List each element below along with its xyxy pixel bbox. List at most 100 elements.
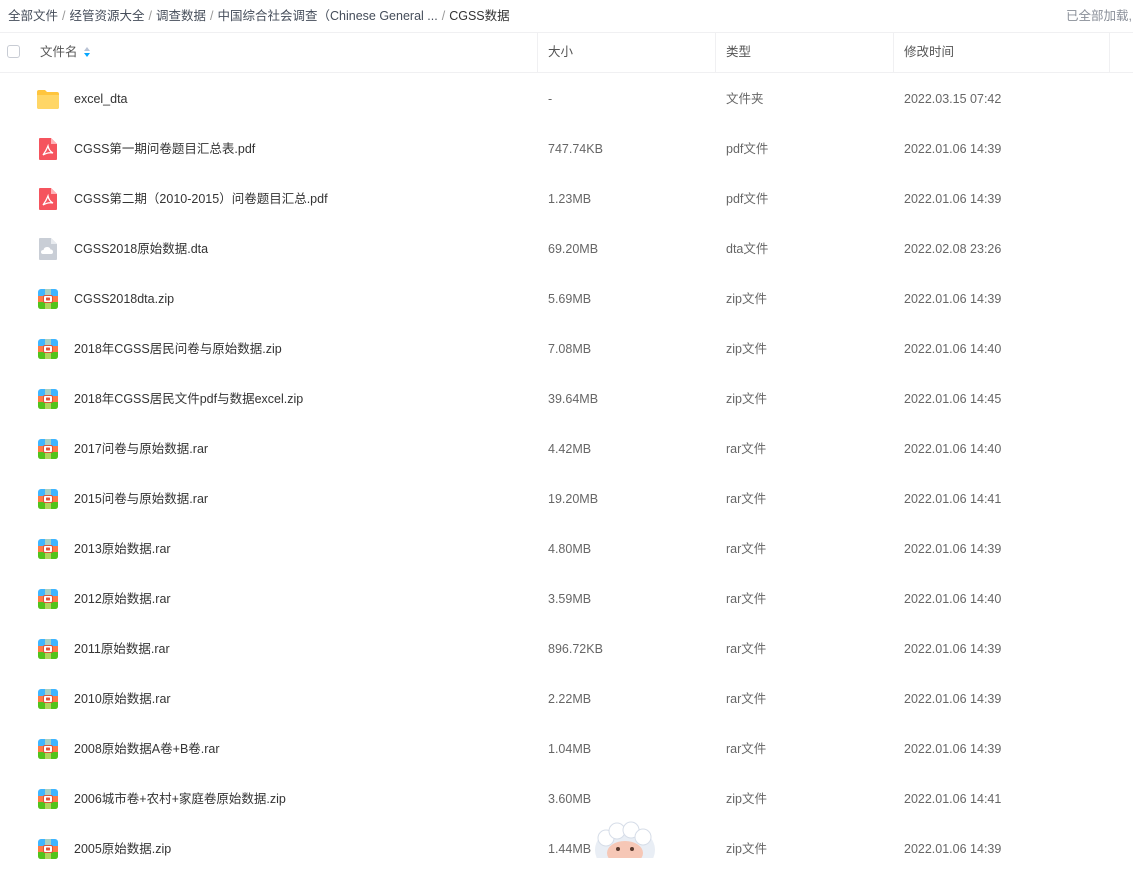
file-modified: 2022.01.06 14:40 bbox=[904, 592, 1002, 606]
archive-icon bbox=[36, 287, 60, 311]
file-row[interactable]: 2018年CGSS居民问卷与原始数据.zip 7.08MB zip文件 2022.01… bbox=[0, 324, 1133, 374]
column-divider[interactable] bbox=[893, 33, 894, 72]
file-modified: 2022.01.06 14:39 bbox=[904, 742, 1002, 756]
file-size: 3.60MB bbox=[548, 792, 592, 806]
file-type: rar文件 bbox=[726, 442, 767, 456]
file-name[interactable]: 2018年CGSS居民文件pdf与数据excel.zip bbox=[74, 374, 303, 424]
archive-icon bbox=[36, 637, 60, 661]
pdf-icon bbox=[36, 187, 60, 211]
breadcrumb-bar: 全部文件 / 经管资源大全 / 调查数据 / 中国综合社会调查（Chinese Genera… bbox=[0, 0, 1133, 32]
file-size: 2.22MB bbox=[548, 692, 592, 706]
file-modified: 2022.01.06 14:39 bbox=[904, 192, 1002, 206]
archive-icon bbox=[36, 337, 60, 361]
file-name[interactable]: 2011原始数据.rar bbox=[74, 624, 170, 674]
file-row[interactable]: 2012原始数据.rar 3.59MB rar文件 2022.01.06 14:40 bbox=[0, 574, 1133, 624]
file-type: rar文件 bbox=[726, 642, 767, 656]
file-type: rar文件 bbox=[726, 542, 767, 556]
file-row[interactable]: CGSS第二期（2010-2015）问卷题目汇总.pdf 1.23MB pdf文件 2… bbox=[0, 174, 1133, 224]
file-size: 1.23MB bbox=[548, 192, 592, 206]
file-size: 1.04MB bbox=[548, 742, 592, 756]
file-name[interactable]: CGSS2018dta.zip bbox=[74, 274, 174, 324]
breadcrumb-item-cgss-survey[interactable]: 中国综合社会调查（Chinese General ... bbox=[218, 9, 438, 23]
file-name[interactable]: 2017问卷与原始数据.rar bbox=[74, 424, 208, 474]
file-modified: 2022.01.06 14:41 bbox=[904, 792, 1002, 806]
file-size: 39.64MB bbox=[548, 392, 599, 406]
file-row[interactable]: 2010原始数据.rar 2.22MB rar文件 2022.01.06 14:39 bbox=[0, 674, 1133, 724]
file-row[interactable]: 2011原始数据.rar 896.72KB rar文件 2022.01.06 14:3… bbox=[0, 624, 1133, 674]
breadcrumb-item-resources[interactable]: 经管资源大全 bbox=[70, 9, 145, 23]
file-name[interactable]: 2015问卷与原始数据.rar bbox=[74, 474, 208, 524]
file-type: zip文件 bbox=[726, 292, 767, 306]
file-modified: 2022.01.06 14:40 bbox=[904, 442, 1002, 456]
breadcrumb: 全部文件 / 经管资源大全 / 调查数据 / 中国综合社会调查（Chinese Genera… bbox=[8, 5, 510, 24]
cloud-file-icon bbox=[36, 237, 60, 261]
column-divider[interactable] bbox=[715, 33, 716, 72]
sort-icon[interactable] bbox=[83, 47, 91, 58]
file-modified: 2022.01.06 14:39 bbox=[904, 542, 1002, 556]
file-type: rar文件 bbox=[726, 692, 767, 706]
file-row[interactable]: 2018年CGSS居民文件pdf与数据excel.zip 39.64MB zip文件… bbox=[0, 374, 1133, 424]
file-size: 4.42MB bbox=[548, 442, 592, 456]
file-row[interactable]: CGSS2018原始数据.dta 69.20MB dta文件 2022.02.08 2… bbox=[0, 224, 1133, 274]
file-name[interactable]: 2005原始数据.zip bbox=[74, 824, 171, 874]
file-type: pdf文件 bbox=[726, 192, 769, 206]
file-type: rar文件 bbox=[726, 592, 767, 606]
file-modified: 2022.03.15 07:42 bbox=[904, 92, 1002, 106]
file-modified: 2022.01.06 14:39 bbox=[904, 292, 1002, 306]
archive-icon bbox=[36, 387, 60, 411]
file-modified: 2022.01.06 14:39 bbox=[904, 142, 1002, 156]
file-row[interactable]: CGSS2018dta.zip 5.69MB zip文件 2022.01.06 14:… bbox=[0, 274, 1133, 324]
file-type: pdf文件 bbox=[726, 142, 769, 156]
breadcrumb-item-all-files[interactable]: 全部文件 bbox=[8, 9, 58, 23]
file-row[interactable]: 2006城市卷+农村+家庭卷原始数据.zip 3.60MB zip文件 2022.01… bbox=[0, 774, 1133, 824]
file-row[interactable]: 2008原始数据A卷+B卷.rar 1.04MB rar文件 2022.01.06 1… bbox=[0, 724, 1133, 774]
file-size: 4.80MB bbox=[548, 542, 592, 556]
folder-icon bbox=[36, 87, 60, 111]
file-row[interactable]: CGSS第一期问卷题目汇总表.pdf 747.74KB pdf文件 2022.01.0… bbox=[0, 124, 1133, 174]
breadcrumb-separator: / bbox=[148, 9, 152, 23]
file-modified: 2022.01.06 14:41 bbox=[904, 492, 1002, 506]
file-row[interactable]: 2013原始数据.rar 4.80MB rar文件 2022.01.06 14:39 bbox=[0, 524, 1133, 574]
file-name[interactable]: 2010原始数据.rar bbox=[74, 674, 171, 724]
column-divider[interactable] bbox=[537, 33, 538, 72]
file-modified: 2022.01.06 14:39 bbox=[904, 642, 1002, 656]
load-status: 已全部加载, bbox=[1066, 9, 1132, 23]
file-name[interactable]: 2012原始数据.rar bbox=[74, 574, 171, 624]
file-name[interactable]: 2018年CGSS居民问卷与原始数据.zip bbox=[74, 324, 282, 374]
file-list: excel_dta - 文件夹 2022.03.15 07:42 CGSS第一期问卷题目… bbox=[0, 74, 1133, 874]
file-size: 1.44MB bbox=[548, 842, 592, 856]
column-header-name-label: 文件名 bbox=[40, 45, 78, 59]
mascot-icon[interactable] bbox=[590, 818, 660, 858]
breadcrumb-item-survey-data[interactable]: 调查数据 bbox=[156, 9, 206, 23]
archive-icon bbox=[36, 587, 60, 611]
column-header-type[interactable]: 类型 bbox=[726, 33, 751, 72]
file-name[interactable]: 2006城市卷+农村+家庭卷原始数据.zip bbox=[74, 774, 286, 824]
file-list-header: 文件名 大小 类型 修改时间 bbox=[0, 32, 1133, 73]
file-size: 19.20MB bbox=[548, 492, 599, 506]
column-header-modified[interactable]: 修改时间 bbox=[904, 33, 954, 72]
file-modified: 2022.01.06 14:40 bbox=[904, 342, 1002, 356]
file-row[interactable]: excel_dta - 文件夹 2022.03.15 07:42 bbox=[0, 74, 1133, 124]
file-name[interactable]: excel_dta bbox=[74, 74, 128, 124]
archive-icon bbox=[36, 437, 60, 461]
file-type: zip文件 bbox=[726, 392, 767, 406]
file-name[interactable]: CGSS2018原始数据.dta bbox=[74, 224, 208, 274]
select-all-checkbox[interactable] bbox=[7, 45, 20, 58]
file-type: zip文件 bbox=[726, 342, 767, 356]
column-header-size[interactable]: 大小 bbox=[548, 33, 573, 72]
file-row[interactable]: 2015问卷与原始数据.rar 19.20MB rar文件 2022.01.06 14… bbox=[0, 474, 1133, 524]
file-name[interactable]: 2008原始数据A卷+B卷.rar bbox=[74, 724, 220, 774]
file-name[interactable]: 2013原始数据.rar bbox=[74, 524, 171, 574]
column-divider[interactable] bbox=[1109, 33, 1110, 72]
archive-icon bbox=[36, 837, 60, 861]
breadcrumb-separator: / bbox=[441, 9, 446, 23]
column-header-name[interactable]: 文件名 bbox=[40, 33, 91, 72]
breadcrumb-separator: / bbox=[62, 9, 66, 23]
file-row[interactable]: 2017问卷与原始数据.rar 4.42MB rar文件 2022.01.06 14:… bbox=[0, 424, 1133, 474]
pdf-icon bbox=[36, 137, 60, 161]
file-modified: 2022.02.08 23:26 bbox=[904, 242, 1002, 256]
file-name[interactable]: CGSS第二期（2010-2015）问卷题目汇总.pdf bbox=[74, 174, 328, 224]
file-type: zip文件 bbox=[726, 842, 767, 856]
file-name[interactable]: CGSS第一期问卷题目汇总表.pdf bbox=[74, 124, 255, 174]
file-row[interactable]: 2005原始数据.zip 1.44MB zip文件 2022.01.06 14:39 bbox=[0, 824, 1133, 874]
